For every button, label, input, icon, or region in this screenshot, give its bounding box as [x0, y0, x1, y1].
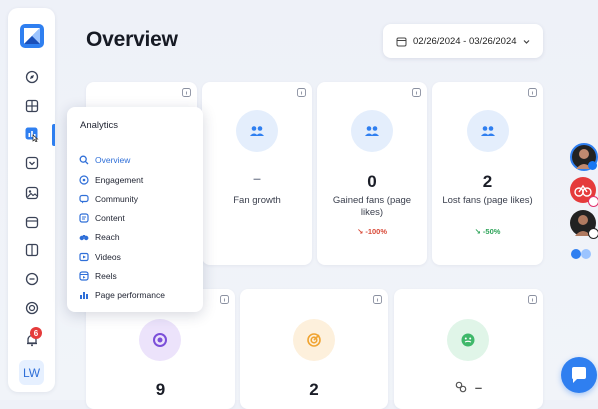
calendar-icon	[396, 37, 407, 46]
linked-accounts-icon[interactable]	[570, 247, 594, 259]
info-icon[interactable]	[220, 295, 229, 304]
active-indicator	[52, 124, 55, 146]
flyout-item-label: Engagement	[95, 175, 144, 185]
date-range-picker[interactable]: 02/26/2024 - 03/26/2024	[383, 24, 543, 58]
content-icon	[79, 213, 89, 223]
flyout-item-label: Content	[95, 213, 125, 223]
compass-icon[interactable]	[23, 68, 41, 86]
calendar-icon[interactable]	[23, 213, 41, 231]
sidebar: 6 LW	[8, 8, 55, 392]
flyout-title: Analytics	[80, 120, 119, 131]
instagram-icon	[588, 196, 598, 207]
stat-card-fan-growth: – Fan growth	[202, 82, 312, 265]
stat-card-lost-fans: 2 Lost fans (page likes) ↘ -50%	[432, 82, 543, 265]
reels-icon	[79, 271, 89, 281]
eye-icon	[139, 319, 181, 361]
analytics-flyout-menu: Analytics Overview Engagement Community …	[67, 107, 203, 312]
flyout-item-content[interactable]: Content	[79, 211, 125, 225]
stat-label: Fan growth	[233, 195, 281, 206]
flyout-item-community[interactable]: Community	[79, 192, 138, 206]
stat-label: Gained fans (page likes)	[332, 195, 412, 218]
community-icon	[79, 194, 89, 204]
flyout-item-label: Overview	[95, 155, 131, 165]
chevron-down-icon	[523, 39, 530, 44]
flyout-item-label: Community	[95, 194, 138, 204]
inbox-icon[interactable]	[23, 154, 41, 172]
search-icon	[79, 155, 89, 165]
info-icon[interactable]	[412, 88, 421, 97]
flyout-item-label: Videos	[95, 252, 121, 262]
people-icon	[236, 110, 278, 152]
user-avatar[interactable]: LW	[19, 360, 44, 385]
library-icon[interactable]	[23, 241, 41, 259]
flyout-item-page-performance[interactable]: Page performance	[79, 288, 165, 302]
stat-label: Lost fans (page likes)	[442, 195, 533, 206]
facebook-icon	[588, 161, 597, 170]
stat-card-bottom-3: –	[394, 289, 543, 409]
app-logo[interactable]	[20, 24, 44, 48]
stat-value: 9	[155, 380, 166, 399]
binoculars-icon	[79, 235, 89, 241]
stat-value: 2	[482, 172, 493, 191]
stat-value: –	[253, 170, 261, 186]
flyout-item-videos[interactable]: Videos	[79, 250, 121, 264]
info-icon[interactable]	[528, 295, 537, 304]
stat-card-gained-fans: 0 Gained fans (page likes) ↘ -100%	[317, 82, 427, 265]
chat-icon	[572, 367, 586, 383]
engagement-icon	[79, 175, 89, 185]
flyout-item-label: Reach	[95, 232, 120, 242]
people-icon	[467, 110, 509, 152]
stat-change: ↘ -100%	[356, 227, 388, 236]
flyout-item-overview[interactable]: Overview	[79, 153, 130, 167]
people-icon	[351, 110, 393, 152]
smiley-icon	[447, 319, 489, 361]
x-icon	[588, 228, 598, 239]
stat-value: –	[474, 380, 483, 395]
info-icon[interactable]	[528, 88, 537, 97]
chat-support-button[interactable]	[561, 357, 597, 393]
flyout-item-reach[interactable]: Reach	[79, 230, 120, 244]
analytics-icon[interactable]	[23, 125, 41, 143]
flyout-item-label: Reels	[95, 271, 117, 281]
target-icon	[293, 319, 335, 361]
chart-icon	[80, 292, 88, 299]
target-icon[interactable]	[23, 299, 41, 317]
date-range-text: 02/26/2024 - 03/26/2024	[413, 35, 517, 47]
flyout-item-reels[interactable]: Reels	[79, 269, 117, 283]
stat-value: 0	[367, 172, 377, 191]
info-icon[interactable]	[182, 88, 191, 97]
notification-badge: 6	[30, 327, 42, 339]
minus-circle-icon[interactable]	[23, 270, 41, 288]
stat-change: ↘ -50%	[474, 227, 501, 236]
video-icon	[79, 252, 89, 262]
stat-value: 2	[309, 380, 319, 399]
dashboard-icon[interactable]	[23, 97, 41, 115]
flyout-item-engagement[interactable]: Engagement	[79, 173, 143, 187]
page-title: Overview	[86, 28, 178, 51]
info-icon[interactable]	[373, 295, 382, 304]
image-icon[interactable]	[23, 184, 41, 202]
info-icon[interactable]	[297, 88, 306, 97]
stat-card-bottom-2: 2	[240, 289, 388, 409]
flyout-item-label: Page performance	[95, 290, 165, 300]
